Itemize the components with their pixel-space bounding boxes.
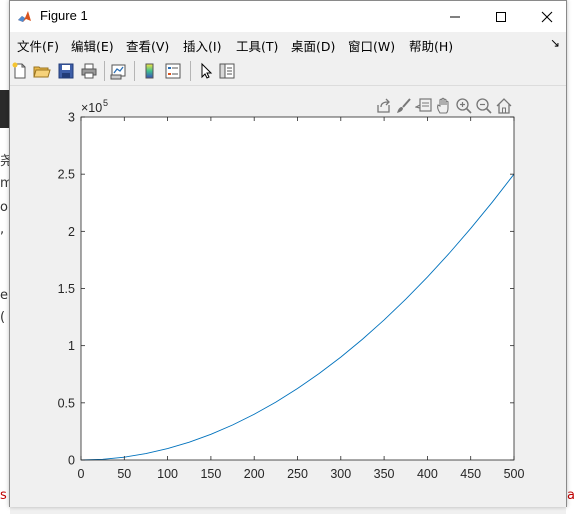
x-tick-label: 300 [330,467,351,481]
x-tick-label: 450 [460,467,481,481]
x-tick-label: 250 [287,467,308,481]
y-tick-label: 0.5 [58,396,75,410]
x-tick-label: 500 [504,467,525,481]
x-tick-label: 350 [374,467,395,481]
plot-area [81,117,514,460]
x-tick-label: 400 [417,467,438,481]
y-tick-label: 1.5 [58,282,75,296]
y-exponent-label: ×10 [81,101,102,115]
x-tick-label: 50 [117,467,131,481]
x-tick-label: 150 [200,467,221,481]
y-tick-label: 1 [68,339,75,353]
y-tick-label: 2.5 [58,168,75,182]
y-tick-label: 2 [68,225,75,239]
y-exponent-power: 5 [103,98,108,108]
y-tick-label: 0 [68,454,75,468]
x-tick-label: 200 [244,467,265,481]
y-tick-label: 3 [68,111,75,125]
line-chart[interactable]: 0 50 100 150 200 250 300 350 400 450 500 0 0.5 1 1.5 2 2… [0,0,576,514]
x-tick-label: 100 [157,467,178,481]
x-tick-label: 0 [78,467,85,481]
